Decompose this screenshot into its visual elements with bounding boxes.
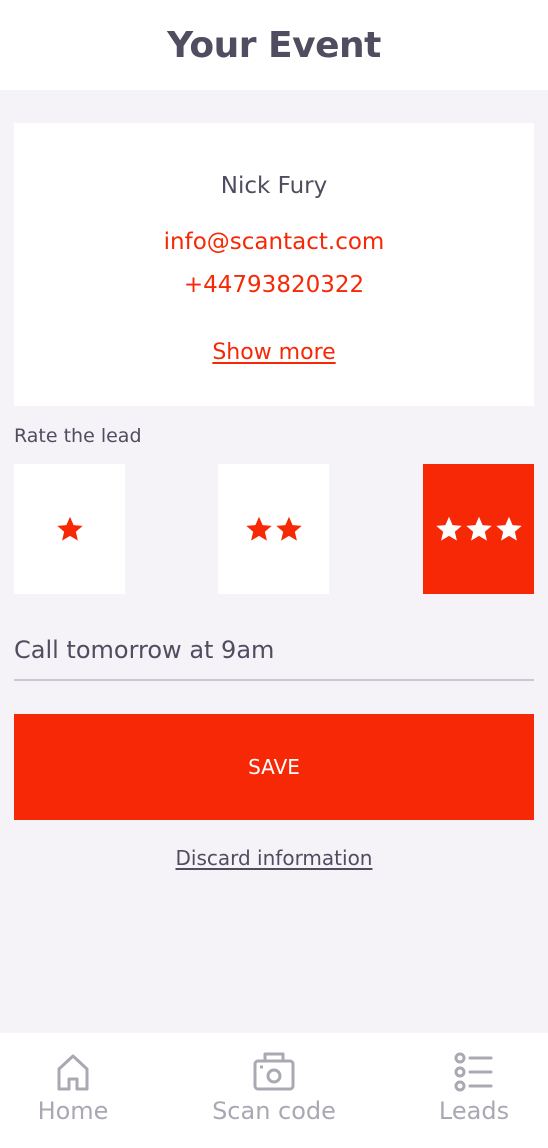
star-icon — [245, 516, 272, 541]
contact-name: Nick Fury — [220, 173, 328, 199]
note-input[interactable] — [14, 620, 534, 681]
camera-icon — [253, 1052, 295, 1091]
save-button[interactable]: SAVE — [14, 714, 534, 820]
star-icon — [435, 516, 462, 541]
rating-two-stars[interactable] — [218, 464, 329, 594]
bottom-nav: Home Scan code Leads — [0, 1033, 548, 1148]
discard-link[interactable]: Discard information — [0, 846, 548, 870]
rating-one-star[interactable] — [14, 464, 125, 594]
rating-three-stars[interactable] — [423, 464, 534, 594]
star-icon — [56, 516, 83, 541]
nav-item-scan-code[interactable]: Scan code — [184, 1033, 364, 1148]
contact-phone[interactable]: +44793820322 — [14, 272, 534, 298]
page-title: Your Event — [167, 24, 381, 66]
star-icon — [465, 516, 492, 541]
nav-label-leads: Leads — [438, 1097, 510, 1125]
rate-lead-label: Rate the lead — [14, 425, 142, 447]
app-header: Your Event — [0, 0, 548, 90]
contact-card: Nick Fury info@scantact.com +44793820322… — [14, 123, 534, 406]
star-icon — [495, 516, 522, 541]
star-icon — [275, 516, 302, 541]
list-icon — [454, 1052, 493, 1092]
nav-item-home[interactable]: Home — [0, 1033, 163, 1148]
home-icon — [57, 1054, 89, 1091]
nav-item-leads[interactable]: Leads — [384, 1033, 548, 1148]
show-more-link[interactable]: Show more — [14, 340, 534, 365]
nav-label-home: Home — [37, 1097, 109, 1125]
nav-label-scan-code: Scan code — [212, 1097, 336, 1125]
contact-email[interactable]: info@scantact.com — [14, 229, 534, 255]
